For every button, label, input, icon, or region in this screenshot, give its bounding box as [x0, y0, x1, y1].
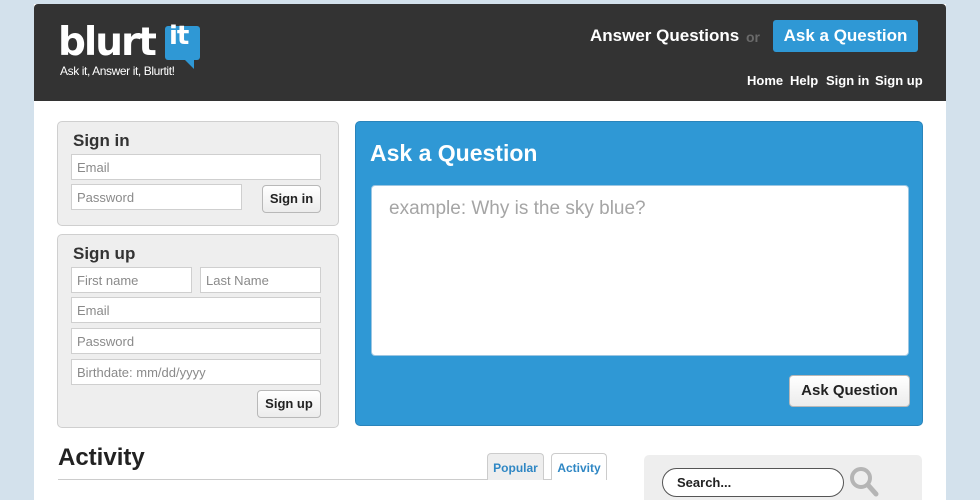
tab-activity[interactable]: Activity	[551, 453, 607, 480]
logo-speech-bubble-icon: it	[165, 21, 200, 69]
logo-tagline: Ask it, Answer it, Blurtit!	[60, 64, 175, 78]
sign-in-title: Sign in	[73, 131, 130, 150]
sign-up-password-input[interactable]	[71, 328, 321, 354]
last-name-input[interactable]	[200, 267, 321, 293]
logo-wordmark: blurt	[58, 20, 157, 65]
nav-home-link[interactable]: Home	[747, 73, 783, 88]
ask-question-title: Ask a Question	[370, 140, 538, 166]
search-icon[interactable]	[849, 466, 879, 498]
first-name-input[interactable]	[71, 267, 192, 293]
sign-in-button[interactable]: Sign in	[262, 185, 321, 213]
search-input[interactable]	[662, 468, 844, 497]
ask-question-header-button[interactable]: Ask a Question	[773, 20, 918, 52]
ask-question-submit-button[interactable]: Ask Question	[789, 375, 910, 407]
sign-up-button[interactable]: Sign up	[257, 390, 321, 418]
birthdate-input[interactable]	[71, 359, 321, 385]
question-textarea[interactable]	[371, 185, 909, 356]
or-separator: or	[746, 29, 760, 45]
answer-questions-link[interactable]: Answer Questions	[590, 26, 739, 46]
tab-popular[interactable]: Popular	[487, 453, 544, 480]
blurtit-logo[interactable]: blurt it Ask it, Answer it, Blurtit!	[58, 20, 208, 82]
nav-sign-up-link[interactable]: Sign up	[875, 73, 923, 88]
sign-in-email-input[interactable]	[71, 154, 321, 180]
ask-question-panel: Ask a Question Ask Question	[355, 121, 923, 426]
nav-help-link[interactable]: Help	[790, 73, 818, 88]
logo-it-text: it	[169, 21, 189, 51]
activity-heading: Activity	[58, 444, 145, 471]
sign-up-email-input[interactable]	[71, 297, 321, 323]
sign-in-password-input[interactable]	[71, 184, 242, 210]
nav-sign-in-link[interactable]: Sign in	[826, 73, 869, 88]
sign-up-title: Sign up	[73, 244, 136, 263]
